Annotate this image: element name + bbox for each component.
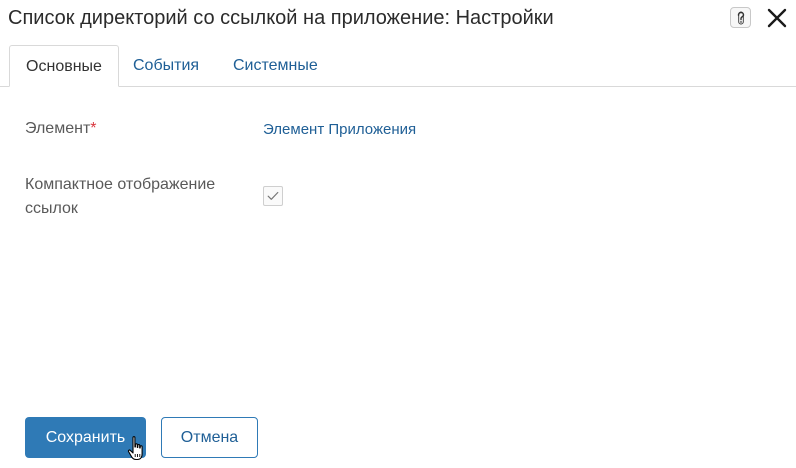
element-field-value[interactable]: Элемент Приложения — [263, 118, 416, 142]
cancel-button[interactable]: Отмена — [161, 417, 258, 458]
tab-system[interactable]: Системные — [233, 45, 318, 87]
compact-links-label: Компактное отображение ссылок — [25, 173, 215, 221]
element-field-label: Элемент* — [25, 117, 97, 141]
dialog-title: Список директорий со ссылкой на приложен… — [8, 7, 554, 29]
element-label-text: Элемент — [25, 120, 91, 137]
compact-links-label-line1: Компактное отображение — [25, 176, 216, 193]
help-icon — [737, 11, 744, 24]
checkmark-icon — [267, 191, 279, 200]
compact-links-checkbox[interactable] — [263, 186, 283, 206]
close-icon — [767, 8, 787, 28]
required-mark: * — [90, 120, 97, 137]
help-button[interactable] — [730, 7, 751, 28]
hand-pointer-cursor-icon — [127, 436, 143, 461]
compact-links-label-line2: ссылок — [25, 200, 78, 217]
tab-events[interactable]: События — [133, 45, 199, 87]
settings-dialog: Список директорий со ссылкой на приложен… — [0, 0, 796, 468]
tab-main[interactable]: Основные — [9, 45, 119, 87]
tab-bar: Основные События Системные — [0, 45, 796, 87]
close-button[interactable] — [766, 7, 788, 29]
